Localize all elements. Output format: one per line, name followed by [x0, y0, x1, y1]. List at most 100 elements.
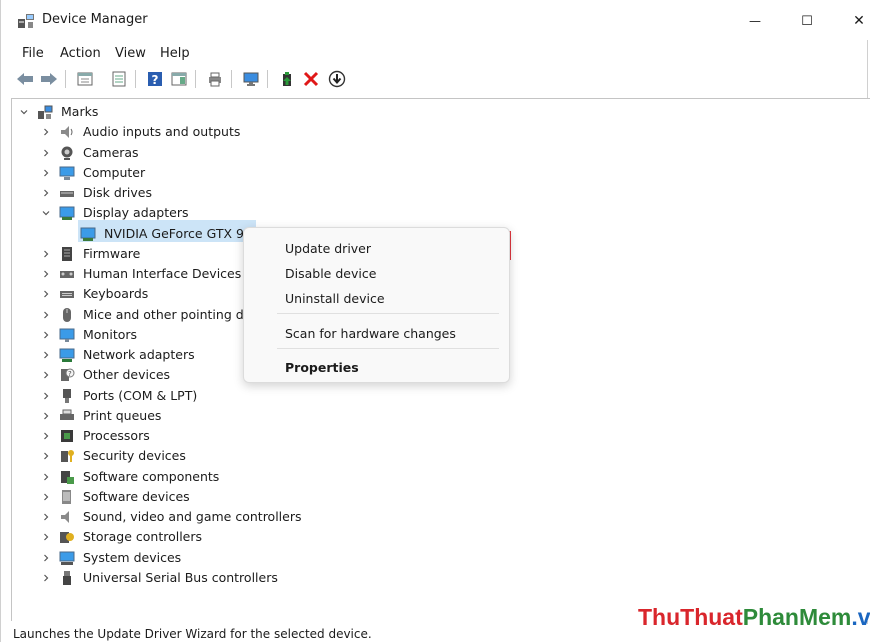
tree-item-label[interactable]: Universal Serial Bus controllers: [83, 568, 278, 588]
expand-chevron-icon[interactable]: [41, 310, 51, 320]
tree-item-label[interactable]: Firmware: [83, 244, 140, 264]
expand-chevron-icon[interactable]: [41, 289, 51, 299]
close-icon: ✕: [853, 13, 865, 29]
expand-chevron-icon[interactable]: [41, 431, 51, 441]
other-device-icon: ?: [59, 367, 75, 383]
status-text: Launches the Update Driver Wizard for th…: [13, 627, 372, 641]
expand-chevron-icon[interactable]: [41, 492, 51, 502]
context-scan-hardware[interactable]: Scan for hardware changes: [285, 326, 456, 341]
tree-item-label[interactable]: Software devices: [83, 487, 190, 507]
properties-pane-icon[interactable]: [75, 69, 95, 89]
tree-item-label[interactable]: Audio inputs and outputs: [83, 122, 240, 142]
expand-chevron-icon[interactable]: [41, 249, 51, 259]
device-list-icon[interactable]: [109, 69, 129, 89]
expand-chevron-icon[interactable]: [19, 107, 29, 117]
expand-chevron-icon[interactable]: [41, 269, 51, 279]
menu-help[interactable]: Help: [160, 46, 190, 61]
svg-text:?: ?: [152, 73, 159, 87]
tree-item-label[interactable]: Other devices: [83, 365, 170, 385]
display-adapter-icon: [59, 205, 75, 221]
forward-icon[interactable]: [39, 69, 59, 89]
tree-item-label[interactable]: Monitors: [83, 325, 137, 345]
expand-chevron-icon[interactable]: [41, 553, 51, 563]
expand-chevron-icon[interactable]: [41, 330, 51, 340]
tree-item-label[interactable]: Security devices: [83, 446, 186, 466]
window-title: Device Manager: [42, 12, 148, 27]
tree-item-label[interactable]: Storage controllers: [83, 527, 202, 547]
context-uninstall-device[interactable]: Uninstall device: [285, 291, 385, 306]
scan-hardware-icon[interactable]: [241, 69, 261, 89]
watermark-part-2: PhanMem: [742, 604, 852, 630]
monitor-icon: [59, 327, 75, 343]
print-icon[interactable]: [205, 69, 225, 89]
toolbar-separator: [65, 70, 66, 88]
minimize-button[interactable]: —: [741, 8, 769, 34]
context-disable-device[interactable]: Disable device: [285, 266, 376, 281]
tree-item-label[interactable]: Keyboards: [83, 284, 148, 304]
tree-item-label[interactable]: Ports (COM & LPT): [83, 386, 197, 406]
close-button[interactable]: ✕: [845, 8, 870, 34]
expand-chevron-icon[interactable]: [41, 127, 51, 137]
system-icon: [59, 550, 75, 566]
expand-chevron-icon[interactable]: [41, 168, 51, 178]
tree-item-label[interactable]: System devices: [83, 548, 181, 568]
menu-view[interactable]: View: [115, 46, 146, 61]
computer-icon: [59, 165, 75, 181]
tree-item-label[interactable]: Print queues: [83, 406, 161, 426]
context-separator: [277, 348, 499, 349]
minimize-icon: —: [749, 14, 761, 28]
tree-item-label[interactable]: Disk drives: [83, 183, 152, 203]
usb-icon: [59, 570, 75, 586]
expand-chevron-icon[interactable]: [41, 532, 51, 542]
expand-chevron-icon[interactable]: [41, 350, 51, 360]
context-update-driver[interactable]: Update driver: [285, 241, 371, 256]
firmware-icon: [59, 246, 75, 262]
toolbar-separator: [231, 70, 232, 88]
tree-item-label[interactable]: Processors: [83, 426, 150, 446]
network-icon: [59, 347, 75, 363]
help-icon[interactable]: ?: [145, 69, 165, 89]
tree-item-label[interactable]: Network adapters: [83, 345, 195, 365]
menu-file[interactable]: File: [22, 46, 44, 61]
uninstall-icon[interactable]: [301, 69, 321, 89]
action-pane-icon[interactable]: [169, 69, 189, 89]
expand-chevron-icon[interactable]: [41, 451, 51, 461]
menu-bar: File Action View Help: [1, 42, 869, 66]
gpu-icon: [80, 226, 96, 242]
port-icon: [59, 388, 75, 404]
computer-root-icon: [37, 104, 53, 120]
software-device-icon: [59, 489, 75, 505]
expand-chevron-icon[interactable]: [41, 370, 51, 380]
expand-chevron-icon[interactable]: [41, 411, 51, 421]
menu-action[interactable]: Action: [60, 46, 101, 61]
expand-chevron-icon[interactable]: [41, 148, 51, 158]
toolbar-separator: [267, 70, 268, 88]
camera-icon: [59, 145, 75, 161]
expand-chevron-icon[interactable]: [41, 472, 51, 482]
add-driver-icon[interactable]: [277, 69, 297, 89]
tree-root-label[interactable]: Marks: [61, 102, 98, 122]
update-driver-icon[interactable]: [327, 69, 347, 89]
context-properties[interactable]: Properties: [285, 360, 359, 375]
maximize-button[interactable]: ☐: [793, 8, 821, 34]
tree-item-label[interactable]: Sound, video and game controllers: [83, 507, 302, 527]
tree-item-label[interactable]: Cameras: [83, 143, 139, 163]
disk-icon: [59, 185, 75, 201]
tree-item-label[interactable]: NVIDIA GeForce GTX 960: [104, 224, 260, 244]
processor-icon: [59, 428, 75, 444]
tree-item-label[interactable]: Display adapters: [83, 203, 188, 223]
context-separator: [277, 313, 499, 314]
expand-chevron-icon[interactable]: [41, 512, 51, 522]
expand-chevron-icon[interactable]: [41, 573, 51, 583]
security-icon: [59, 448, 75, 464]
expand-chevron-icon[interactable]: [41, 391, 51, 401]
tree-item-label[interactable]: Human Interface Devices: [83, 264, 241, 284]
storage-icon: [59, 529, 75, 545]
tree-item-label[interactable]: Software components: [83, 467, 219, 487]
tree-item-label[interactable]: Mice and other pointing de: [83, 305, 251, 325]
collapse-chevron-icon[interactable]: [41, 208, 51, 218]
expand-chevron-icon[interactable]: [41, 188, 51, 198]
back-icon[interactable]: [15, 69, 35, 89]
toolbar-separator: [195, 70, 196, 88]
tree-item-label[interactable]: Computer: [83, 163, 145, 183]
